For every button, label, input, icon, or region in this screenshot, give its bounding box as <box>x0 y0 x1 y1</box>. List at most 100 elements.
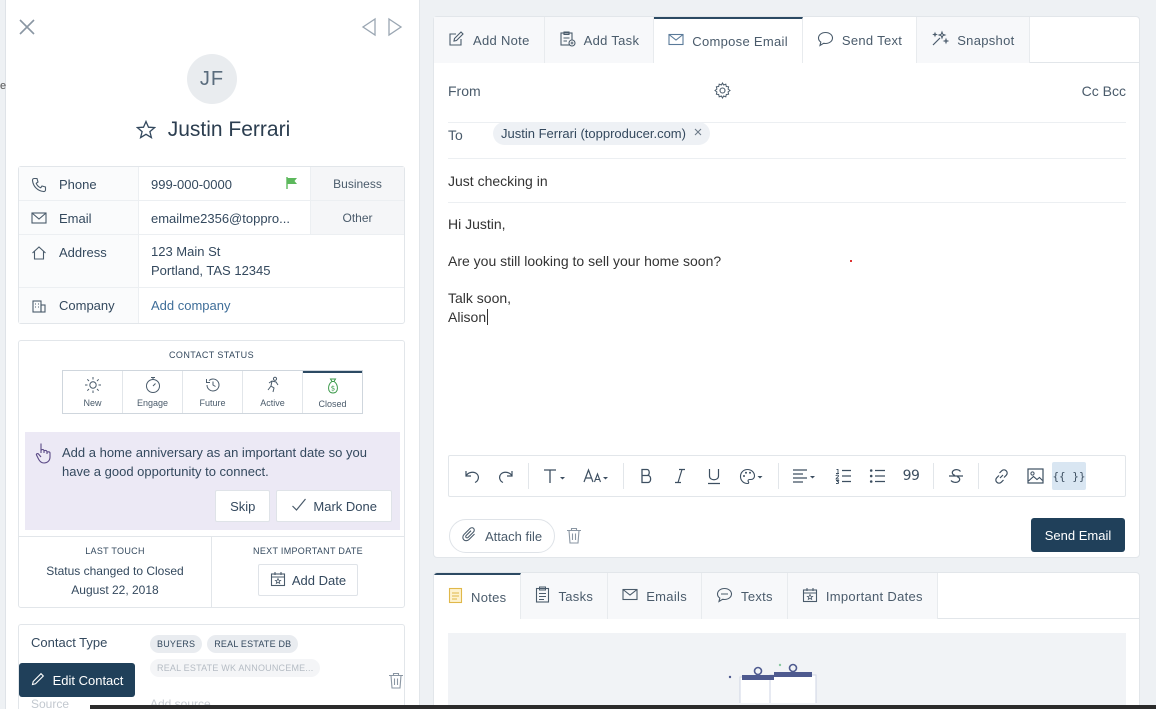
next-important-date: NEXT IMPORTANT DATE Add Date <box>212 537 404 608</box>
cc-bcc-toggle[interactable]: Cc Bcc <box>1082 83 1126 99</box>
tab-tasks[interactable]: Tasks <box>521 573 609 619</box>
emails-envelope-icon <box>622 588 638 604</box>
window-bottom-edge <box>90 705 1156 709</box>
remove-recipient-icon[interactable] <box>694 128 702 139</box>
last-touch: LAST TOUCH Status changed to Closed Augu… <box>19 537 212 608</box>
favorite-star-icon[interactable] <box>135 120 156 140</box>
tab-add-task-label: Add Task <box>583 32 640 48</box>
status-new[interactable]: New <box>63 371 123 413</box>
next-contact-icon[interactable] <box>387 17 403 40</box>
numbered-list-icon[interactable] <box>826 462 860 490</box>
link-icon[interactable] <box>984 462 1018 490</box>
underline-icon[interactable] <box>697 462 731 490</box>
recipient-chip[interactable]: Justin Ferrari (topproducer.com) <box>493 122 710 145</box>
redo-icon[interactable] <box>489 462 523 490</box>
sparkle-wand-icon <box>931 30 950 50</box>
status-new-label: New <box>83 398 102 408</box>
flag-icon[interactable] <box>286 177 298 200</box>
skip-button[interactable]: Skip <box>215 490 271 522</box>
tab-notes[interactable]: Notes <box>434 573 522 619</box>
subject-row[interactable] <box>448 165 1126 203</box>
phone-row: Phone 999-000-0000 Business <box>19 167 404 201</box>
sun-icon <box>84 376 102 396</box>
blockquote-icon[interactable]: 99 <box>894 462 928 490</box>
speech-bubble-icon <box>817 31 834 50</box>
email-value[interactable]: emailme2356@toppro... <box>139 201 310 234</box>
tab-snapshot[interactable]: Snapshot <box>917 17 1030 63</box>
phone-icon <box>31 177 47 196</box>
tag-real-estate-db[interactable]: REAL ESTATE DB <box>207 635 299 653</box>
send-email-button[interactable]: Send Email <box>1031 518 1125 552</box>
address-row: Address 123 Main St Portland, TAS 12345 <box>19 235 404 288</box>
bold-icon[interactable] <box>629 462 663 490</box>
contact-header: Justin Ferrari <box>6 118 419 142</box>
empty-notes-illustration <box>728 663 817 703</box>
discard-email-icon[interactable] <box>566 527 582 547</box>
source-label: Source <box>31 697 70 709</box>
gear-icon[interactable] <box>714 81 731 102</box>
mark-done-button[interactable]: Mark Done <box>276 490 392 522</box>
status-active-label: Active <box>260 398 285 408</box>
edit-contact-button[interactable]: Edit Contact <box>19 663 135 697</box>
tasks-clipboard-icon <box>535 586 550 606</box>
status-active[interactable]: Active <box>243 371 303 413</box>
tab-add-note-label: Add Note <box>473 32 530 48</box>
tab-compose-email[interactable]: Compose Email <box>654 17 803 63</box>
font-size-dropdown[interactable] <box>576 462 618 490</box>
reminder-banner: Add a home anniversary as an important d… <box>25 432 400 530</box>
address-value[interactable]: 123 Main St Portland, TAS 12345 <box>139 235 404 287</box>
undo-icon[interactable] <box>455 462 489 490</box>
text-style-dropdown[interactable] <box>534 462 576 490</box>
from-row: From Cc Bcc <box>448 81 1126 123</box>
subject-input[interactable]: Just checking in <box>448 173 548 189</box>
address-label-cell: Address <box>19 235 139 287</box>
add-date-button[interactable]: Add Date <box>258 564 358 596</box>
stopwatch-icon <box>144 376 162 396</box>
phone-type-select[interactable]: Business <box>310 167 404 200</box>
tab-important-dates[interactable]: Important Dates <box>787 573 938 619</box>
add-company-link[interactable]: Add company <box>139 288 404 323</box>
svg-text:$: $ <box>330 385 334 393</box>
tab-add-note[interactable]: Add Note <box>434 17 545 63</box>
check-icon <box>291 497 307 516</box>
strikethrough-icon[interactable] <box>939 462 973 490</box>
phone-label: Phone <box>59 177 97 192</box>
skip-label: Skip <box>230 498 256 514</box>
align-dropdown[interactable] <box>784 462 826 490</box>
next-date-header: NEXT IMPORTANT DATE <box>253 546 363 556</box>
tab-texts[interactable]: Texts <box>702 573 788 619</box>
status-closed[interactable]: $ Closed <box>303 371 362 413</box>
delete-contact-icon[interactable] <box>388 672 404 692</box>
status-future[interactable]: Future <box>183 371 243 413</box>
tab-send-text[interactable]: Send Text <box>802 17 918 63</box>
paperclip-icon <box>462 526 477 546</box>
email-body-editor[interactable]: Hi Justin, Are you still looking to sell… <box>448 215 1118 455</box>
address-line-2: Portland, TAS 12345 <box>151 263 271 278</box>
tab-add-task[interactable]: Add Task <box>544 17 655 63</box>
status-engage[interactable]: Engage <box>123 371 183 413</box>
mark-done-label: Mark Done <box>313 498 377 514</box>
email-type-select[interactable]: Other <box>310 201 404 234</box>
color-palette-dropdown[interactable] <box>731 462 773 490</box>
tag-announcement[interactable]: REAL ESTATE WK ANNOUNCEME... <box>150 659 321 677</box>
italic-icon[interactable] <box>663 462 697 490</box>
contact-status-title: CONTACT STATUS <box>169 350 254 360</box>
email-label-cell: Email <box>19 201 139 234</box>
image-icon[interactable] <box>1018 462 1052 490</box>
toolbar-divider <box>623 463 624 489</box>
tab-emails[interactable]: Emails <box>608 573 703 619</box>
add-date-label: Add Date <box>291 572 347 588</box>
phone-value-cell: 999-000-0000 <box>139 167 310 200</box>
close-icon[interactable] <box>18 18 36 36</box>
status-selector: New Engage Future Active $ Closed <box>62 370 363 414</box>
previous-contact-icon[interactable] <box>361 17 377 40</box>
attach-file-button[interactable]: Attach file <box>449 519 556 553</box>
pointing-hand-icon <box>35 442 53 467</box>
phone-value[interactable]: 999-000-0000 <box>151 177 232 200</box>
compose-panel: Add Note Add Task Compose Email Send Tex… <box>433 16 1140 558</box>
phone-label-cell: Phone <box>19 167 139 200</box>
bullet-list-icon[interactable] <box>860 462 894 490</box>
contact-nav <box>361 17 403 40</box>
merge-field-icon[interactable]: {{ }} <box>1052 462 1086 490</box>
tag-buyers[interactable]: BUYERS <box>150 635 203 653</box>
